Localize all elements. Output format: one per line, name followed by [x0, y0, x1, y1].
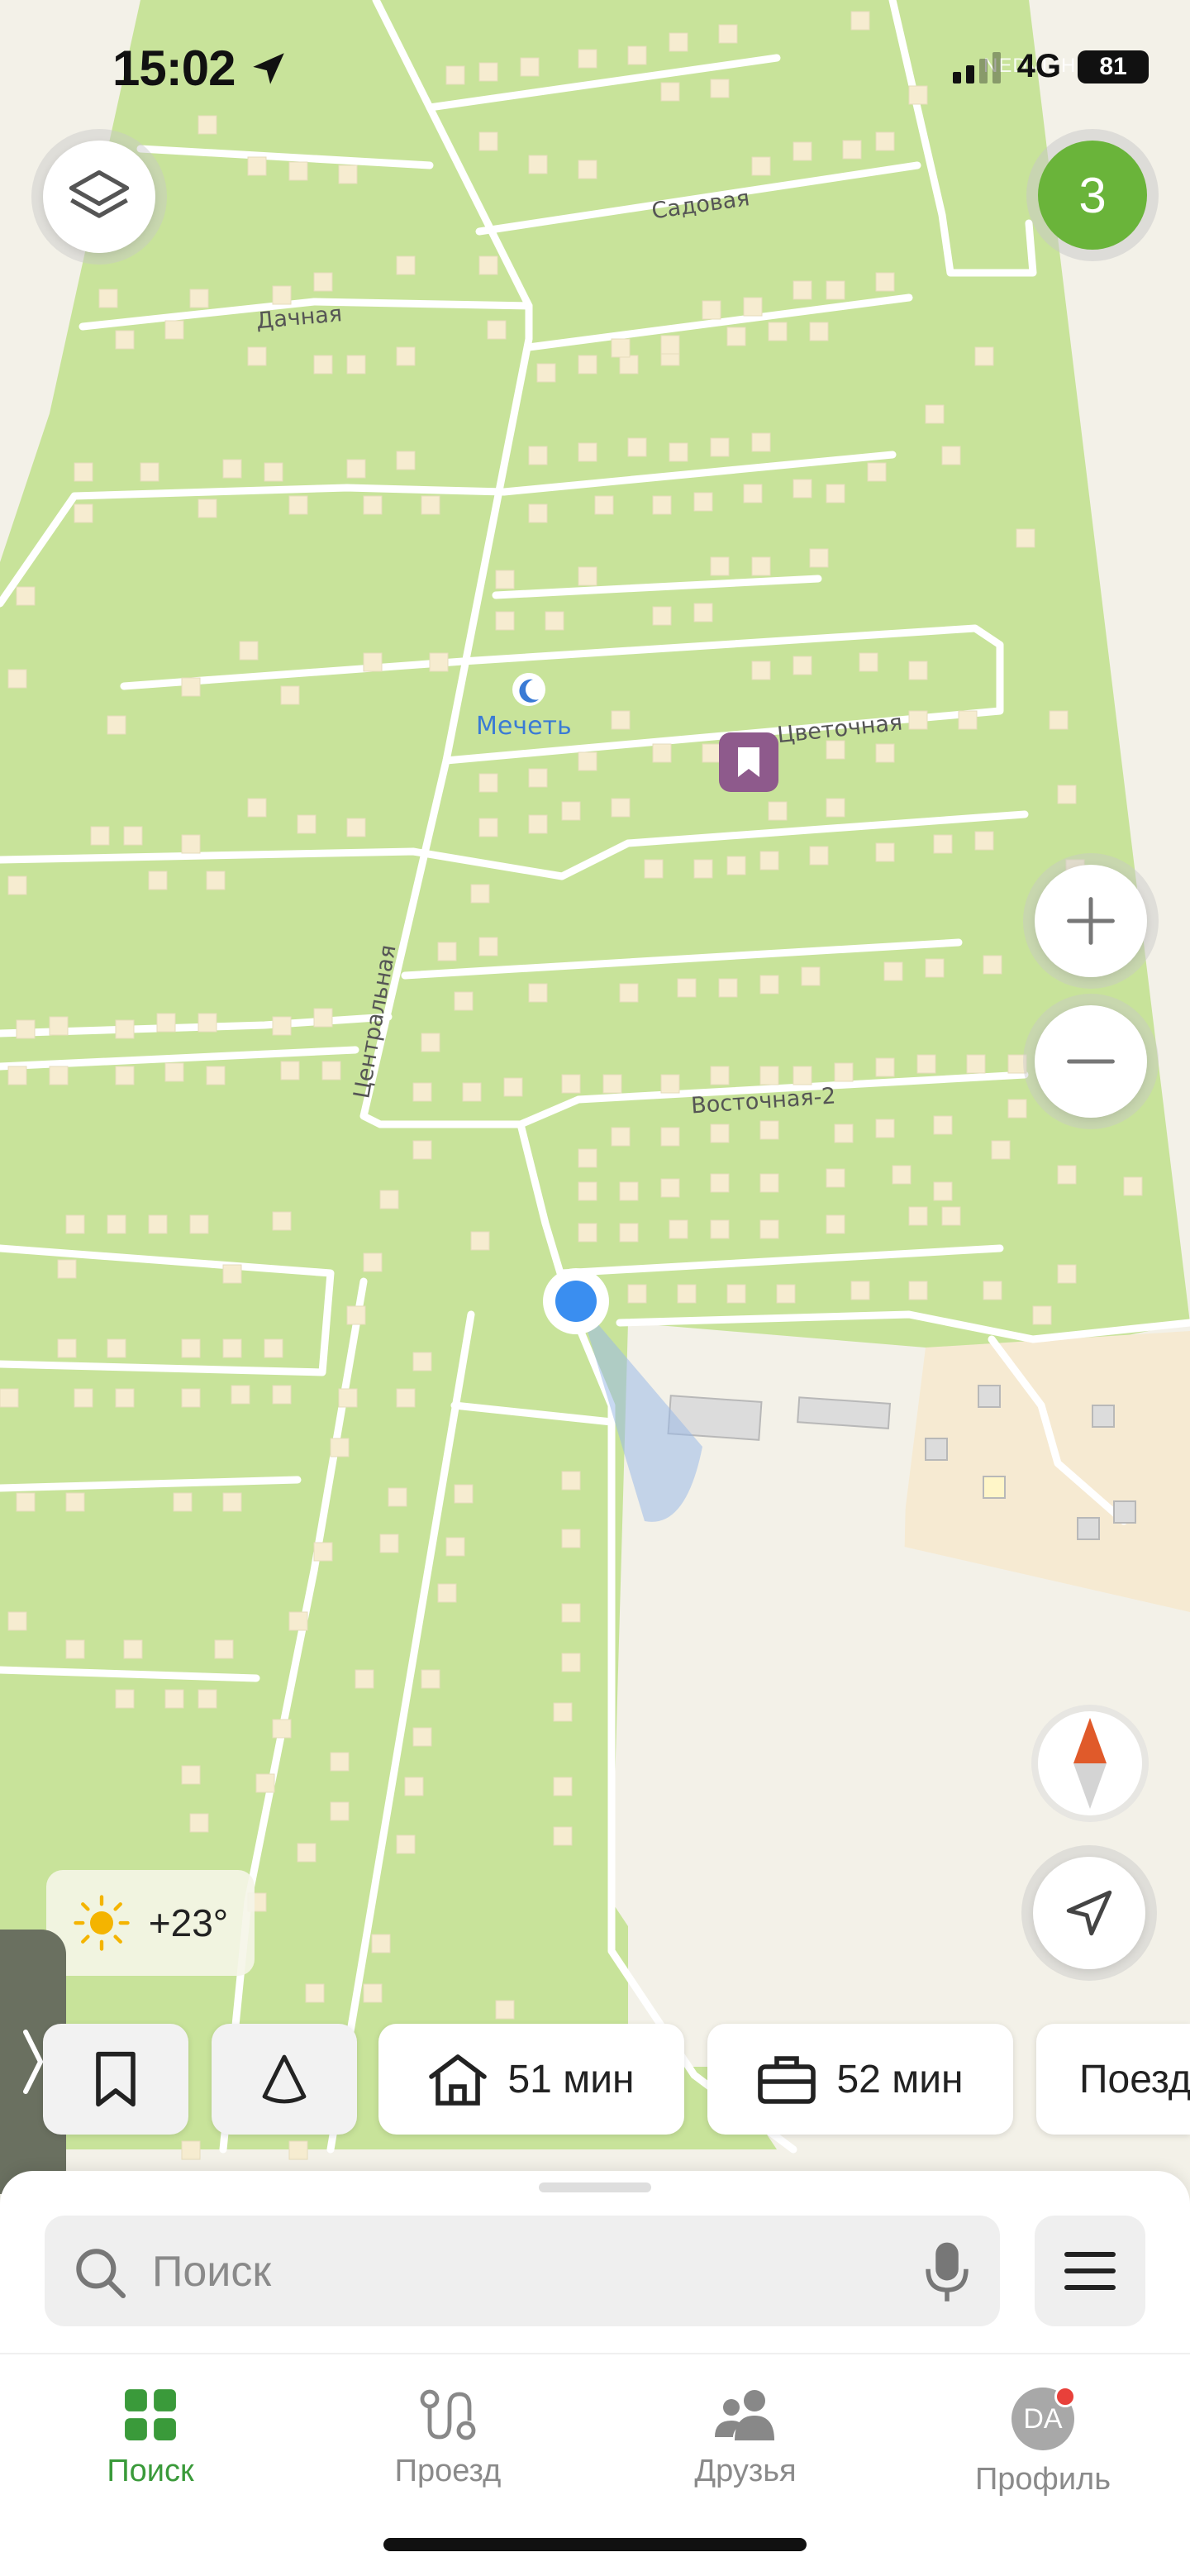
network-type: 4G — [1016, 48, 1061, 84]
counter-value: 3 — [1078, 167, 1107, 223]
tab-search[interactable]: Поиск — [43, 2388, 258, 2489]
menu-line — [1064, 2268, 1116, 2273]
avatar-initials: DA — [1023, 2402, 1063, 2435]
home-route-chip[interactable]: 51 мин — [378, 2024, 684, 2135]
zoom-in-button[interactable] — [1035, 865, 1147, 977]
search-bar[interactable] — [45, 2216, 1000, 2328]
tab-profile[interactable]: DA Профиль — [935, 2386, 1150, 2497]
home-route-time: 51 мин — [507, 2057, 635, 2101]
route-icon — [420, 2389, 476, 2440]
time-label: 15:02 — [112, 41, 236, 96]
navigation-arrow-icon — [1066, 1890, 1112, 1936]
my-location-button[interactable] — [1033, 1857, 1145, 1969]
layers-button[interactable] — [43, 141, 155, 253]
grid-icon — [125, 2389, 176, 2440]
microphone-icon[interactable] — [924, 2239, 970, 2303]
menu-line — [1064, 2285, 1116, 2290]
mosque-label: Мечеть — [476, 712, 572, 741]
tab-search-label: Поиск — [107, 2454, 194, 2488]
temperature: +23° — [148, 1901, 229, 1944]
battery-indicator: 81 — [1078, 50, 1149, 83]
weather-widget[interactable]: +23° — [46, 1870, 255, 1976]
tab-friends[interactable]: Друзья — [638, 2388, 853, 2489]
tab-friends-label: Друзья — [694, 2454, 797, 2488]
bookmarks-chip[interactable] — [43, 2024, 188, 2135]
briefcase-icon — [758, 2056, 816, 2104]
home-icon — [429, 2054, 488, 2106]
minus-icon — [1067, 1059, 1115, 1064]
compass-icon — [1073, 1718, 1107, 1809]
friends-icon — [715, 2390, 774, 2440]
signal-icon — [952, 50, 1001, 83]
plus-icon — [1067, 897, 1115, 945]
bottom-sheet: Поиск Проезд Друзья DA Профиль — [0, 2171, 1190, 2576]
battery-level: 81 — [1099, 52, 1127, 80]
pin-chip[interactable] — [212, 2024, 357, 2135]
notification-dot — [1054, 2386, 1076, 2407]
current-location-inner — [555, 1281, 597, 1322]
compass-button[interactable] — [1038, 1711, 1142, 1815]
avatar: DA — [1011, 2386, 1076, 2450]
work-route-time: 52 мин — [836, 2057, 964, 2101]
sheet-grabber[interactable] — [539, 2182, 651, 2192]
tab-profile-label: Профиль — [974, 2462, 1111, 2497]
work-route-chip[interactable]: 52 мин — [707, 2024, 1013, 2135]
location-arrow-icon — [253, 52, 285, 84]
menu-button[interactable] — [1035, 2216, 1145, 2326]
trips-chip[interactable]: Поездки — [1036, 2024, 1190, 2135]
status-bar-time: 15:02 — [112, 40, 289, 97]
status-bar-indicators: 4G 81 — [952, 48, 1149, 85]
zoom-out-button[interactable] — [1035, 1005, 1147, 1118]
search-icon — [76, 2249, 126, 2299]
tab-route[interactable]: Проезд — [340, 2388, 555, 2489]
notifications-counter-button[interactable]: 3 — [1038, 141, 1147, 250]
tab-route-label: Проезд — [394, 2454, 502, 2488]
bookmark-icon — [96, 2051, 136, 2107]
tab-bar: Поиск Проезд Друзья DA Профиль — [0, 2353, 1190, 2520]
menu-line — [1064, 2252, 1116, 2257]
layers-icon — [69, 169, 130, 218]
search-input[interactable] — [150, 2216, 897, 2328]
sun-icon — [74, 1895, 130, 1951]
quick-actions-bar: 51 мин 52 мин Поездки — [0, 2024, 1190, 2135]
trips-label: Поездки — [1079, 2057, 1190, 2101]
home-indicator — [383, 2538, 807, 2551]
cone-icon — [262, 2054, 307, 2104]
bookmark-poi[interactable] — [719, 732, 778, 792]
